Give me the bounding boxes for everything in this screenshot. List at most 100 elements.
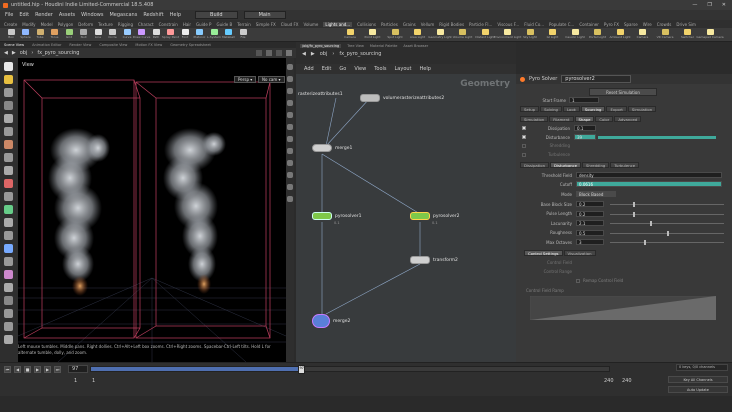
shelf-tab[interactable]: Polygon	[58, 22, 74, 27]
shelf-tab[interactable]: Guide B	[216, 22, 232, 27]
net-menu-tools[interactable]: Tools	[374, 66, 386, 72]
jump-end-button[interactable]: ⏭	[54, 365, 61, 373]
menu-redshift[interactable]: Redshift	[143, 12, 163, 18]
step-back-button[interactable]: ◀	[14, 365, 21, 373]
tab-shape-disturbance[interactable]: Disturbance	[550, 162, 581, 168]
tab-look[interactable]: Look	[562, 106, 580, 112]
shelf-tool[interactable]: Camera	[342, 29, 358, 41]
range-start-field[interactable]: 1	[74, 378, 77, 384]
reset-simulation-button[interactable]: Reset Simulation	[589, 88, 657, 96]
tab-shape-dissipation[interactable]: Dissipation	[520, 162, 549, 168]
viewport-tool-icon[interactable]	[4, 75, 13, 84]
tab-shape-shredding[interactable]: Shredding	[581, 162, 610, 168]
view-tool-icon[interactable]	[287, 76, 293, 82]
viewport-tool-icon[interactable]	[4, 140, 13, 149]
shelf-tab[interactable]: Deform	[78, 22, 93, 27]
tab-color[interactable]: Color	[595, 116, 614, 122]
viewport-tool-icon[interactable]	[4, 335, 13, 344]
param-slider[interactable]	[610, 221, 724, 226]
menu-edit[interactable]: Edit	[19, 12, 29, 18]
shelf-tool[interactable]: Geometry Light	[428, 29, 452, 41]
node-body[interactable]	[410, 212, 430, 220]
node-merge2[interactable]: merge2	[312, 314, 350, 328]
shelf-tab[interactable]: Pyro FX	[604, 22, 619, 27]
viewport-tool-icon[interactable]	[4, 270, 13, 279]
param-field[interactable]: 3	[576, 239, 604, 245]
node-volumerasterizeattributes2[interactable]: volumerasterizeattributes2	[360, 94, 444, 102]
net-menu-edit[interactable]: Edit	[322, 66, 332, 72]
net-menu-view[interactable]: View	[354, 66, 366, 72]
tab-motion-fx-view[interactable]: Motion FX View	[135, 43, 162, 47]
view-tool-icon[interactable]	[287, 64, 293, 70]
net-menu-go[interactable]: Go	[339, 66, 346, 72]
net-path-obj[interactable]: obj	[320, 51, 328, 57]
scene-viewport[interactable]: View Persp ▾ No cam ▾	[18, 58, 286, 362]
back-arrow-icon[interactable]: ◀	[302, 51, 306, 57]
minimize-button[interactable]: —	[692, 2, 697, 8]
node-body[interactable]	[312, 212, 332, 220]
tab-geometry-spreadsheet[interactable]: Geometry Spreadsheet	[170, 43, 211, 47]
shelf-tab[interactable]: Populate C...	[549, 22, 574, 27]
tab-animation-editor[interactable]: Animation Editor	[32, 43, 61, 47]
shelf-tool[interactable]: Spot Light	[387, 29, 403, 41]
tab-asset-browser[interactable]: Asset Browser	[403, 44, 428, 48]
tab-solving[interactable]: Solving	[540, 106, 562, 112]
viewport-tool-icon[interactable]	[4, 283, 13, 292]
range-end2-field[interactable]: 240	[622, 378, 632, 384]
menu-assets[interactable]: Assets	[59, 12, 75, 18]
shelf-tab[interactable]: Rigging	[118, 22, 133, 27]
shelf-tab[interactable]: Collisions	[357, 22, 376, 27]
shelf-tab[interactable]: Grains	[403, 22, 416, 27]
threshold-field-input[interactable]: density	[576, 172, 722, 178]
shelf-tab[interactable]: Rigid Bodies	[439, 22, 464, 27]
tab-filament[interactable]: Filament	[549, 116, 574, 122]
viewport-tool-icon[interactable]	[4, 205, 13, 214]
viewport-tool-icon[interactable]	[4, 179, 13, 188]
camera-menu[interactable]: No cam ▾	[258, 76, 285, 83]
shelf-tab[interactable]: Lights and...	[323, 21, 353, 27]
control-ramp-graph[interactable]	[530, 296, 716, 320]
shelf-tab[interactable]: Particles	[381, 22, 398, 27]
tab-visualization[interactable]: Visualization	[563, 250, 596, 256]
slider-knob[interactable]	[649, 221, 652, 226]
forward-arrow-icon[interactable]: ▶	[311, 51, 315, 57]
tab-setup[interactable]: Setup	[520, 106, 540, 112]
viewport-tool-icon[interactable]	[4, 218, 13, 227]
menu-windows[interactable]: Windows	[81, 12, 103, 18]
node-transform2[interactable]: transform2	[410, 256, 458, 264]
shelf-tab[interactable]: Hair	[183, 22, 191, 27]
shelf-tool[interactable]: GI Light	[545, 29, 561, 41]
grid-toggle-icon[interactable]	[286, 50, 292, 56]
view-tool-icon[interactable]	[287, 184, 293, 190]
shelf-tab[interactable]: Container	[579, 22, 599, 27]
viewport-tool-icon[interactable]	[4, 166, 13, 175]
shelf-tab[interactable]: Modify	[22, 22, 35, 27]
tab-material-palette[interactable]: Material Palette	[370, 44, 397, 48]
auto-update-button[interactable]: Auto Update	[668, 386, 728, 393]
shelf-tab[interactable]: Guide P	[196, 22, 211, 27]
back-arrow-icon[interactable]: ◀	[4, 50, 8, 56]
view-tool-icon[interactable]	[287, 160, 293, 166]
shelf-tool[interactable]: Ambient Light	[609, 29, 631, 41]
tab-network-path[interactable]: /obj/fx_pyro_sourcing	[300, 44, 342, 48]
net-menu-layout[interactable]: Layout	[395, 66, 412, 72]
shelf-tool[interactable]: Distant Light	[475, 29, 495, 41]
tab-sourcing[interactable]: Sourcing	[580, 106, 606, 112]
param-slider[interactable]	[610, 202, 724, 207]
net-path-network[interactable]: fx_pyro_sourcing	[339, 51, 381, 57]
slider-knob[interactable]	[632, 202, 635, 207]
range-end-field[interactable]: 240	[604, 378, 614, 384]
viewport-tool-icon[interactable]	[4, 231, 13, 240]
viewport-tool-icon[interactable]	[4, 101, 13, 110]
shelf-tool[interactable]: File	[235, 29, 251, 41]
disturbance-field[interactable]: 39	[574, 134, 596, 140]
shelf-tab[interactable]: Simple FX	[256, 22, 276, 27]
view-tool-icon[interactable]	[287, 196, 293, 202]
tab-advanced[interactable]: Advanced	[614, 116, 642, 122]
node-body[interactable]	[360, 94, 380, 102]
shelf-tool[interactable]: Camera	[635, 29, 651, 41]
param-slider[interactable]	[610, 230, 724, 236]
tab-shape-turbulence[interactable]: Turbulence	[610, 162, 640, 168]
shelf-tab[interactable]: Crowds	[657, 22, 672, 27]
lighting-icon[interactable]	[276, 50, 282, 56]
